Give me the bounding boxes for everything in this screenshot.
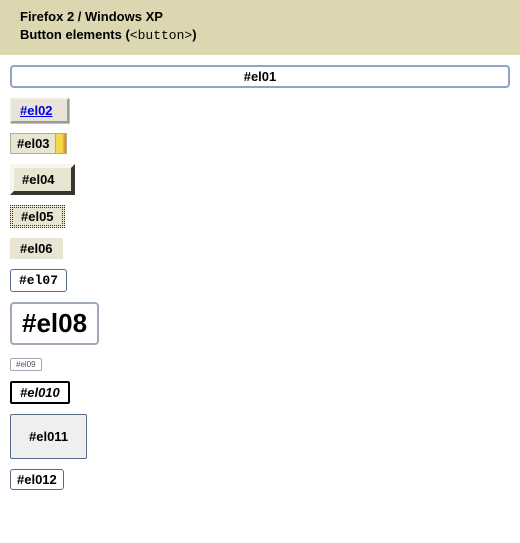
button-el04[interactable]: #el04: [10, 164, 75, 195]
header-browser-os: Firefox 2 / Windows XP: [20, 8, 500, 26]
button-el01[interactable]: #el01: [10, 65, 510, 88]
button-el06[interactable]: #el06: [10, 238, 63, 259]
button-el02[interactable]: #el02: [10, 98, 69, 123]
button-el02-label: #el02: [20, 103, 53, 118]
button-el012[interactable]: #el012: [10, 469, 64, 490]
button-gallery: #el01 #el02 #el03 #el04 #el05 #el06 #el0…: [0, 55, 520, 520]
header-subtitle-suffix: ): [192, 27, 196, 42]
header-subtitle-prefix: Button elements (: [20, 27, 130, 42]
header-bar: Firefox 2 / Windows XP Button elements (…: [0, 0, 520, 55]
button-el08[interactable]: #el08: [10, 302, 99, 345]
button-el07[interactable]: #el07: [10, 269, 67, 292]
button-el03-label: #el03: [17, 136, 62, 151]
button-el05[interactable]: #el05: [10, 205, 65, 228]
button-el010[interactable]: #el010: [10, 381, 70, 404]
header-subtitle-code: <button>: [130, 28, 192, 43]
button-el03[interactable]: #el03: [10, 133, 67, 154]
header-subtitle: Button elements (<button>): [20, 26, 500, 45]
button-el011[interactable]: #el011: [10, 414, 87, 459]
button-el09[interactable]: #el09: [10, 358, 42, 371]
